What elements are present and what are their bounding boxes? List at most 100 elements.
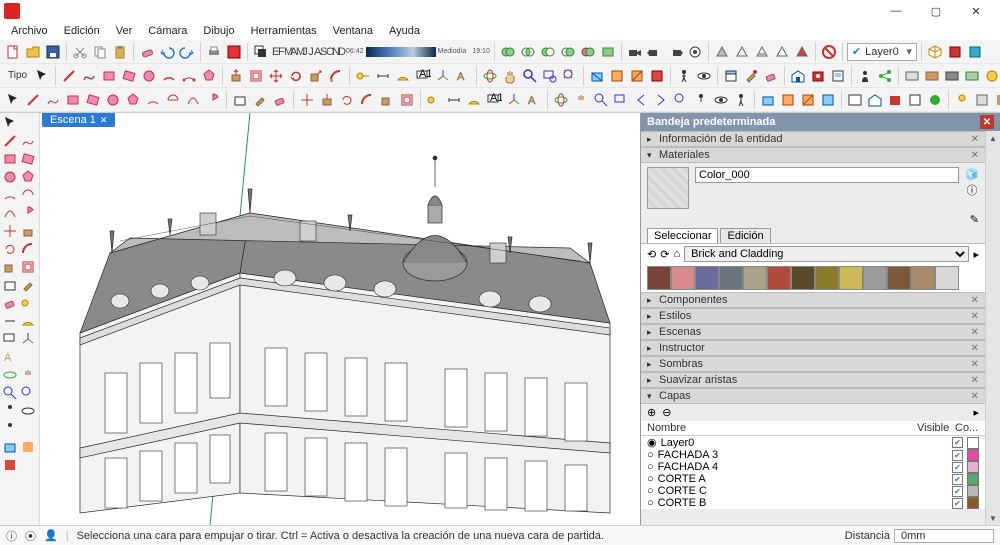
panel-header-components[interactable]: ▸Componentes✕ — [641, 292, 985, 308]
menu-herramientas[interactable]: Herramientas — [244, 24, 324, 38]
lr-rotrect-icon[interactable] — [20, 151, 36, 167]
solid-union-icon[interactable] — [499, 43, 517, 61]
lr-pan-icon[interactable] — [20, 367, 36, 383]
r3-zoomext-icon[interactable] — [672, 91, 690, 109]
layer-row[interactable]: ○CORTE C✔ — [641, 485, 985, 497]
swatch[interactable] — [767, 266, 791, 290]
solid-outer-icon[interactable] — [599, 43, 617, 61]
eraser-icon[interactable] — [762, 67, 780, 85]
share-icon[interactable] — [876, 67, 894, 85]
layer-color-swatch[interactable] — [967, 437, 979, 449]
paste-icon[interactable] — [111, 43, 129, 61]
lr-zoomext-icon[interactable] — [20, 385, 36, 401]
circle-icon[interactable] — [140, 67, 158, 85]
swatch[interactable] — [719, 266, 743, 290]
swatch[interactable] — [911, 266, 935, 290]
solid-intersect-icon[interactable] — [519, 43, 537, 61]
menu-edicion[interactable]: Edición — [57, 24, 107, 38]
eyedropper-icon[interactable]: ✎ — [970, 213, 979, 226]
lr-offset-icon[interactable] — [20, 259, 36, 275]
r3-circle-icon[interactable] — [104, 91, 122, 109]
lr-select-icon[interactable] — [2, 115, 18, 131]
r3-paint-icon[interactable] — [251, 91, 269, 109]
model-info-icon[interactable] — [225, 43, 243, 61]
layout-icon[interactable] — [829, 67, 847, 85]
layer-color-swatch[interactable] — [967, 461, 979, 473]
nav-back-icon[interactable]: ⟲ — [647, 248, 656, 261]
solid-trim-icon[interactable] — [559, 43, 577, 61]
layer-visible-checkbox[interactable]: ✔ — [952, 462, 963, 473]
camera-prev-icon[interactable] — [646, 43, 664, 61]
lr-comp-icon[interactable] — [2, 277, 18, 293]
look-around-icon[interactable] — [695, 67, 713, 85]
r3-outliner-icon[interactable] — [846, 91, 864, 109]
rotated-rect-icon[interactable] — [120, 67, 138, 85]
iso-view-icon[interactable] — [926, 43, 944, 61]
swatch[interactable] — [863, 266, 887, 290]
arc2-icon[interactable] — [180, 67, 198, 85]
text-icon[interactable]: A1 — [414, 67, 432, 85]
r3-freehand-icon[interactable] — [44, 91, 62, 109]
zoom-window-icon[interactable] — [541, 67, 559, 85]
lr-free-icon[interactable] — [20, 133, 36, 149]
lr-poly-icon[interactable] — [20, 169, 36, 185]
solid-split-icon[interactable] — [579, 43, 597, 61]
panel-header-shadows[interactable]: ▸Sombras✕ — [641, 356, 985, 372]
swatch[interactable] — [695, 266, 719, 290]
lr-arc2-icon[interactable] — [20, 187, 36, 203]
top-view-icon[interactable] — [946, 43, 964, 61]
shaded-icon[interactable] — [793, 43, 811, 61]
panel-header-scenes[interactable]: ▸Escenas✕ — [641, 324, 985, 340]
r3-arc1-icon[interactable] — [144, 91, 162, 109]
layer-dropdown[interactable]: ✔ Layer0 ▾ — [847, 43, 917, 61]
r3-zoom-icon[interactable] — [592, 91, 610, 109]
layer-active-radio[interactable]: ○ — [647, 473, 654, 485]
r3-walk-icon[interactable] — [732, 91, 750, 109]
lr-move-icon[interactable] — [2, 223, 18, 239]
lr-3dt-icon[interactable]: A — [2, 349, 18, 365]
swatch[interactable] — [791, 266, 815, 290]
layer-active-radio[interactable]: ○ — [647, 485, 654, 497]
r3-make-comp-icon[interactable] — [231, 91, 249, 109]
lr-tape-icon[interactable] — [20, 295, 36, 311]
menu-dibujo[interactable]: Dibujo — [196, 24, 241, 38]
rectangle-icon[interactable] — [100, 67, 118, 85]
tray-scrollbar[interactable]: ▲ ▼ — [985, 131, 1000, 525]
lr-paint-icon[interactable] — [20, 277, 36, 293]
scroll-down-icon[interactable]: ▼ — [986, 511, 1000, 525]
lr-arc3-icon[interactable] — [2, 205, 18, 221]
r3-3dtext-icon[interactable]: A — [525, 91, 543, 109]
scale-icon[interactable] — [307, 67, 325, 85]
r3-section-icon[interactable] — [759, 91, 777, 109]
dimension-icon[interactable] — [374, 67, 392, 85]
material-category-select[interactable]: Brick and Cladding — [684, 246, 969, 262]
scroll-up-icon[interactable]: ▲ — [986, 131, 1000, 145]
r3-secfill-icon[interactable] — [819, 91, 837, 109]
r3-arc3-icon[interactable] — [184, 91, 202, 109]
new-file-icon[interactable] — [4, 43, 22, 61]
3dtext-icon[interactable]: A — [454, 67, 472, 85]
plugin2-icon[interactable] — [923, 67, 941, 85]
arc-icon[interactable] — [160, 67, 178, 85]
r3-extw-icon[interactable] — [886, 91, 904, 109]
lr-push-icon[interactable] — [20, 223, 36, 239]
open-file-icon[interactable] — [24, 43, 42, 61]
layer-color-swatch[interactable] — [967, 497, 979, 509]
nav-fwd-icon[interactable]: ⟳ — [660, 248, 669, 261]
pushpull-icon[interactable] — [227, 67, 245, 85]
r3-eraser-icon[interactable] — [271, 91, 289, 109]
tray-title[interactable]: Bandeja predeterminada ✕ — [641, 113, 1000, 131]
r3-followme-icon[interactable] — [358, 91, 376, 109]
layer-visible-checkbox[interactable]: ✔ — [952, 437, 963, 448]
add-layer-icon[interactable]: ⊕ — [647, 406, 656, 419]
menu-ventana[interactable]: Ventana — [326, 24, 380, 38]
front-view-icon[interactable] — [966, 43, 984, 61]
layer-visible-checkbox[interactable]: ✔ — [952, 498, 963, 509]
camera-next-icon[interactable] — [666, 43, 684, 61]
protractor-icon[interactable] — [394, 67, 412, 85]
swatch[interactable] — [671, 266, 695, 290]
lr-zoom-icon[interactable] — [2, 385, 18, 401]
pan-icon[interactable] — [501, 67, 519, 85]
panel-header-materials[interactable]: ▾Materiales✕ — [641, 147, 985, 163]
shadow-toggle-icon[interactable] — [252, 43, 270, 61]
